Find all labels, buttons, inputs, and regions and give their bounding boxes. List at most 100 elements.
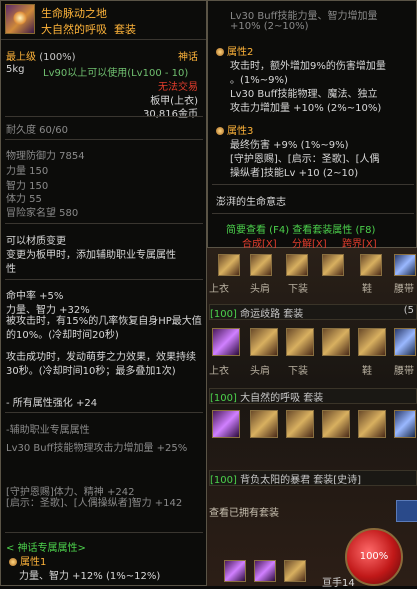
slot-label: 下装 bbox=[288, 366, 308, 377]
myth-attr1-value: 力量、智力 +12% (1%~12%) bbox=[19, 571, 161, 582]
item-icon bbox=[5, 4, 35, 34]
item-name: 生命脉动之地 bbox=[41, 7, 107, 20]
divider bbox=[212, 184, 414, 185]
equip-slot[interactable] bbox=[322, 410, 350, 438]
equip-slot[interactable] bbox=[212, 410, 240, 438]
slot-label: 鞋 bbox=[362, 284, 372, 295]
weight: 5kg bbox=[6, 64, 25, 75]
myth-title: < 神话专属属性> bbox=[6, 543, 86, 554]
set-name: 背负太阳的暴君 bbox=[240, 475, 311, 486]
stat-line: 冒险家名望 580 bbox=[6, 208, 79, 219]
divider bbox=[5, 223, 203, 224]
divider bbox=[5, 116, 203, 117]
attr2-line: 。(1%~9%) bbox=[230, 75, 288, 86]
equip-slot[interactable] bbox=[394, 254, 416, 276]
slot-label: 头肩 bbox=[250, 284, 270, 295]
set-name: 命运歧路 bbox=[240, 309, 281, 320]
equip-slot[interactable] bbox=[218, 254, 240, 276]
equip-slot[interactable] bbox=[212, 328, 240, 356]
item-tooltip-continued: Lv30 Buff技能力量、智力增加量 +10% (2~10%) 属性2 攻击时… bbox=[207, 0, 417, 250]
myth-attr1-title: 属性1 bbox=[9, 553, 46, 568]
confirm-button[interactable] bbox=[396, 500, 417, 522]
divider bbox=[5, 412, 203, 413]
convert-note-2b: 性 bbox=[6, 264, 16, 275]
max-level: 最上级 (100%) bbox=[6, 48, 76, 63]
equip-slot[interactable] bbox=[322, 254, 344, 276]
aux-line: [守护恩赐]体力、精神 +242 bbox=[6, 487, 135, 498]
equip-slot[interactable] bbox=[394, 328, 416, 356]
equip-slot[interactable] bbox=[358, 410, 386, 438]
attr-bullet-icon bbox=[9, 558, 17, 566]
equip-slot[interactable] bbox=[286, 410, 314, 438]
set-level: [100] bbox=[210, 393, 237, 404]
aux-title: -辅助职业专属属性 bbox=[6, 425, 90, 436]
effect-line: 被攻击时，有15%的几率恢复自身HP最大值的10%。(冷却时间20秒) bbox=[6, 316, 202, 341]
hp-orb: 100% bbox=[345, 528, 403, 586]
attr3-line: 操纵者]技能Lv +10 (2~10) bbox=[230, 168, 359, 179]
aux-line: Lv30 Buff技能物理攻击力增加量 +25% bbox=[6, 443, 188, 454]
attr3-line: 最终伤害 +9% (1%~9%) bbox=[230, 140, 349, 151]
view-links[interactable]: 简要查看 (F4) 查看套装属性 (F8) bbox=[226, 221, 375, 236]
effect-line-2: 攻击成功时，发动萌芽之力效果，效果持续30秒。(冷却时间10秒；最多叠加1次) bbox=[6, 352, 196, 377]
slot-label: 上衣 bbox=[209, 366, 229, 377]
rarity: 神话 bbox=[178, 52, 198, 63]
equip-slot[interactable] bbox=[286, 254, 308, 276]
equip-slot[interactable] bbox=[250, 410, 278, 438]
max-level-label: 最上级 bbox=[6, 52, 36, 63]
set-tag: 套装[史诗] bbox=[313, 475, 362, 486]
attr2-title: 属性2 bbox=[216, 43, 253, 58]
set-name: 大自然的呼吸 bbox=[240, 393, 301, 404]
attr2-line: 攻击时，额外增加9%的伤害增加量 bbox=[230, 61, 386, 72]
divider bbox=[5, 139, 203, 140]
slot-label: 上衣 bbox=[209, 284, 229, 295]
stat-line: 物理防御力 7854 bbox=[6, 151, 85, 162]
equip-slot[interactable] bbox=[250, 254, 272, 276]
effect-line: 命中率 +5% bbox=[6, 291, 64, 302]
set-tag: 套装 bbox=[283, 309, 304, 320]
set-row[interactable]: [100] 背负太阳的暴君 套装[史诗] bbox=[209, 470, 417, 486]
equip-slot[interactable] bbox=[394, 410, 416, 438]
attr2-line: 攻击力增加量 +10% (2%~10%) bbox=[230, 103, 382, 114]
set-level: [100] bbox=[210, 475, 237, 486]
convert-note-2: 变更为板甲时，添加辅助职业专属属性 bbox=[6, 250, 176, 261]
slot-label: 下装 bbox=[288, 284, 308, 295]
item-tooltip: 生命脉动之地 大自然的呼吸 套装 最上级 (100%) 神话 5kg Lv90以… bbox=[0, 0, 207, 586]
equip-slot[interactable] bbox=[360, 254, 382, 276]
set-level: [100] bbox=[210, 309, 237, 320]
divider bbox=[212, 213, 414, 214]
attr3-line: [守护恩赐]、[启示：圣歌]、[人偶 bbox=[230, 154, 380, 165]
equip-slot[interactable] bbox=[286, 328, 314, 356]
flavor-text: 澎湃的生命意志 bbox=[216, 197, 286, 208]
untradeable: 无法交易 bbox=[158, 82, 198, 93]
attr-bullet-icon bbox=[216, 48, 224, 56]
equip-slot[interactable] bbox=[322, 328, 350, 356]
max-level-pct: (100%) bbox=[39, 52, 76, 63]
item-set-tag: 套装 bbox=[114, 23, 136, 36]
equip-slot[interactable] bbox=[250, 328, 278, 356]
attr-bullet-icon bbox=[216, 127, 224, 135]
all-attr: - 所有属性强化 +24 bbox=[6, 398, 98, 409]
divider bbox=[5, 532, 203, 533]
set-row[interactable]: [100] 命运歧路 套装 (5 bbox=[209, 304, 417, 320]
effect-line: 力量、智力 +32% bbox=[6, 305, 90, 316]
set-row[interactable]: [100] 大自然的呼吸 套装 bbox=[209, 388, 417, 404]
stat-line: 力量 150 bbox=[6, 166, 49, 177]
attr2-line: Lv30 Buff技能物理、魔法、独立 bbox=[230, 89, 378, 100]
item-set: 大自然的呼吸 套装 bbox=[41, 21, 136, 37]
convert-note: 可以材质变更 bbox=[6, 236, 66, 247]
set-count: (5 bbox=[403, 305, 414, 316]
view-owned-sets-link[interactable]: 查看已拥有套装 bbox=[209, 504, 279, 519]
stat-line: 体力 55 bbox=[6, 194, 42, 205]
skill-slot[interactable] bbox=[224, 560, 246, 582]
equip-slot[interactable] bbox=[358, 328, 386, 356]
skill-slot[interactable] bbox=[254, 560, 276, 582]
durability: 耐久度 60/60 bbox=[6, 125, 68, 136]
slot-label: 腰带 bbox=[394, 366, 414, 377]
item-set-name: 大自然的呼吸 bbox=[41, 23, 107, 36]
level-requirement: Lv90以上可以使用(Lv100 - 10) bbox=[43, 68, 189, 79]
skill-slot[interactable] bbox=[284, 560, 306, 582]
attr3-title: 属性3 bbox=[216, 122, 253, 137]
bottom-text: 亘手14 bbox=[322, 578, 355, 589]
aux-line: [启示：圣歌]、[人偶操纵者]智力 +142 bbox=[6, 498, 183, 509]
slot-label: 头肩 bbox=[250, 366, 270, 377]
